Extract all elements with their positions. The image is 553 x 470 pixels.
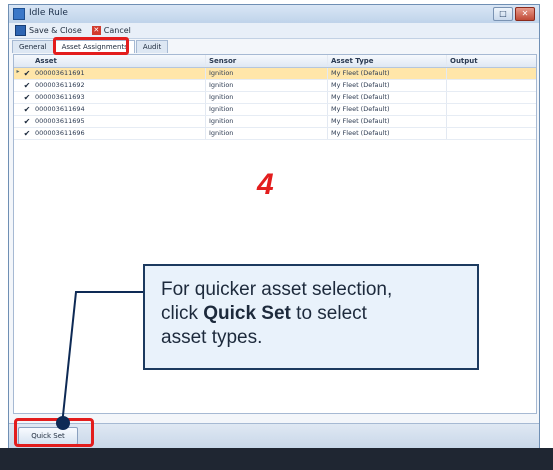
callout-pointer: [61, 291, 143, 426]
callout-box: For quicker asset selection, click Quick…: [143, 264, 479, 370]
callout-line1: For quicker asset selection,: [161, 279, 393, 300]
quick-set-highlight-box: [14, 418, 94, 447]
callout-quick-set: Quick Set: [203, 303, 291, 324]
pointer-dot: [56, 416, 70, 430]
callout-line3: asset types.: [161, 327, 263, 348]
callout-line2: click Quick Set to select: [161, 303, 367, 324]
footer-strip: [0, 448, 553, 470]
